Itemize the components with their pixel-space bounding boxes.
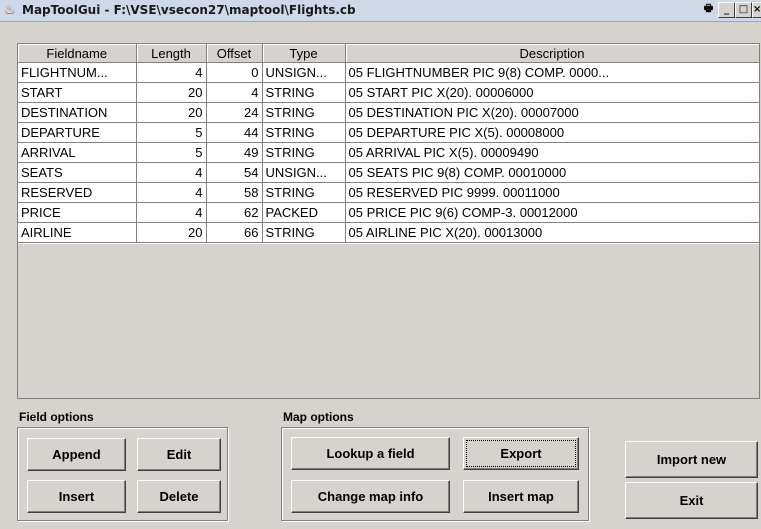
offset-cell: 58 <box>206 182 263 203</box>
type-cell: STRING <box>262 182 346 203</box>
window-title: MapToolGui - F:\VSE\vsecon27\maptool\Fli… <box>22 3 356 17</box>
fieldname-cell: AIRLINE <box>18 222 137 243</box>
lookup-field-button[interactable]: Lookup a field <box>291 437 450 470</box>
column-header-fieldname[interactable]: Fieldname <box>18 44 137 63</box>
insert-map-button[interactable]: Insert map <box>463 480 579 513</box>
table-row[interactable]: DEPARTURE 5 44 STRING 05 DEPARTURE PIC X(5).… <box>18 122 760 143</box>
append-button[interactable]: Append <box>27 438 126 471</box>
table-header: Fieldname Length Offset Type Description <box>18 44 760 63</box>
description-cell: 05 DEPARTURE PIC X(5). 00008000 <box>345 122 760 143</box>
type-cell: STRING <box>262 82 346 103</box>
type-cell: STRING <box>262 102 346 123</box>
column-header-length[interactable]: Length <box>136 44 207 63</box>
length-cell: 4 <box>136 62 207 83</box>
table-empty-area <box>18 244 759 398</box>
type-cell: STRING <box>262 122 346 143</box>
length-cell: 4 <box>136 202 207 223</box>
type-cell: UNSIGN... <box>262 62 346 83</box>
type-cell: STRING <box>262 222 346 243</box>
type-cell: STRING <box>262 142 346 163</box>
type-cell: UNSIGN... <box>262 162 346 183</box>
column-header-description[interactable]: Description <box>345 44 760 63</box>
length-cell: 4 <box>136 182 207 203</box>
description-cell: 05 ARRIVAL PIC X(5). 00009490 <box>345 142 760 163</box>
length-cell: 5 <box>136 122 207 143</box>
table-body: FLIGHTNUM... 4 0 UNSIGN... 05 FLIGHTNUMBER P… <box>18 62 760 243</box>
offset-cell: 44 <box>206 122 263 143</box>
fieldname-cell: RESERVED <box>18 182 137 203</box>
fieldname-cell: DESTINATION <box>18 102 137 123</box>
table-row[interactable]: SEATS 4 54 UNSIGN... 05 SEATS PIC 9(8) COMP.… <box>18 162 760 183</box>
description-cell: 05 FLIGHTNUMBER PIC 9(8) COMP. 0000... <box>345 62 760 83</box>
export-button[interactable]: Export <box>463 437 579 470</box>
fieldname-cell: PRICE <box>18 202 137 223</box>
description-cell: 05 AIRLINE PIC X(20). 00013000 <box>345 222 760 243</box>
table-row[interactable]: PRICE 4 62 PACKED 05 PRICE PIC 9(6) COMP-3. … <box>18 202 760 223</box>
length-cell: 20 <box>136 102 207 123</box>
field-options-label: Field options <box>19 410 94 424</box>
insert-button[interactable]: Insert <box>27 480 126 513</box>
minimize-button[interactable]: _ <box>718 2 735 18</box>
offset-cell: 0 <box>206 62 263 83</box>
delete-button[interactable]: Delete <box>137 480 221 513</box>
table-row[interactable]: START 20 4 STRING 05 START PIC X(20). 000060… <box>18 82 760 103</box>
table-row[interactable]: RESERVED 4 58 STRING 05 RESERVED PIC 9999. 0… <box>18 182 760 203</box>
field-grid: Fieldname Length Offset Type Description FLI… <box>18 44 760 243</box>
fieldname-cell: FLIGHTNUM... <box>18 62 137 83</box>
table-row[interactable]: FLIGHTNUM... 4 0 UNSIGN... 05 FLIGHTNUMBER P… <box>18 62 760 83</box>
import-new-button[interactable]: Import new <box>625 441 758 478</box>
description-cell: 05 START PIC X(20). 00006000 <box>345 82 760 103</box>
description-cell: 05 DESTINATION PIC X(20). 00007000 <box>345 102 760 123</box>
fieldname-cell: ARRIVAL <box>18 142 137 163</box>
table-row[interactable]: AIRLINE 20 66 STRING 05 AIRLINE PIC X(20). 0… <box>18 222 760 243</box>
map-options-label: Map options <box>283 410 354 424</box>
length-cell: 20 <box>136 222 207 243</box>
length-cell: 4 <box>136 162 207 183</box>
column-header-offset[interactable]: Offset <box>206 44 263 63</box>
offset-cell: 4 <box>206 82 263 103</box>
column-header-type[interactable]: Type <box>262 44 346 63</box>
length-cell: 20 <box>136 82 207 103</box>
description-cell: 05 SEATS PIC 9(8) COMP. 00010000 <box>345 162 760 183</box>
offset-cell: 24 <box>206 102 263 123</box>
exit-button[interactable]: Exit <box>625 482 758 519</box>
type-cell: PACKED <box>262 202 346 223</box>
edit-button[interactable]: Edit <box>137 438 221 471</box>
table-row[interactable]: ARRIVAL 5 49 STRING 05 ARRIVAL PIC X(5). 000… <box>18 142 760 163</box>
title-bar[interactable]: ♨ MapToolGui - F:\VSE\vsecon27\maptool\F… <box>0 0 761 22</box>
field-table[interactable]: Fieldname Length Offset Type Description FLI… <box>17 43 760 399</box>
close-button[interactable]: × <box>752 2 761 18</box>
offset-cell: 66 <box>206 222 263 243</box>
offset-cell: 62 <box>206 202 263 223</box>
offset-cell: 54 <box>206 162 263 183</box>
description-cell: 05 PRICE PIC 9(6) COMP-3. 00012000 <box>345 202 760 223</box>
fieldname-cell: DEPARTURE <box>18 122 137 143</box>
change-map-info-button[interactable]: Change map info <box>291 480 450 513</box>
fieldname-cell: START <box>18 82 137 103</box>
java-app-icon: ♨ <box>4 2 16 17</box>
print-icon[interactable]: 🖶 <box>700 2 717 18</box>
fieldname-cell: SEATS <box>18 162 137 183</box>
table-row[interactable]: DESTINATION 20 24 STRING 05 DESTINATION PIC … <box>18 102 760 123</box>
maximize-button[interactable]: □ <box>735 2 752 18</box>
description-cell: 05 RESERVED PIC 9999. 00011000 <box>345 182 760 203</box>
offset-cell: 49 <box>206 142 263 163</box>
length-cell: 5 <box>136 142 207 163</box>
